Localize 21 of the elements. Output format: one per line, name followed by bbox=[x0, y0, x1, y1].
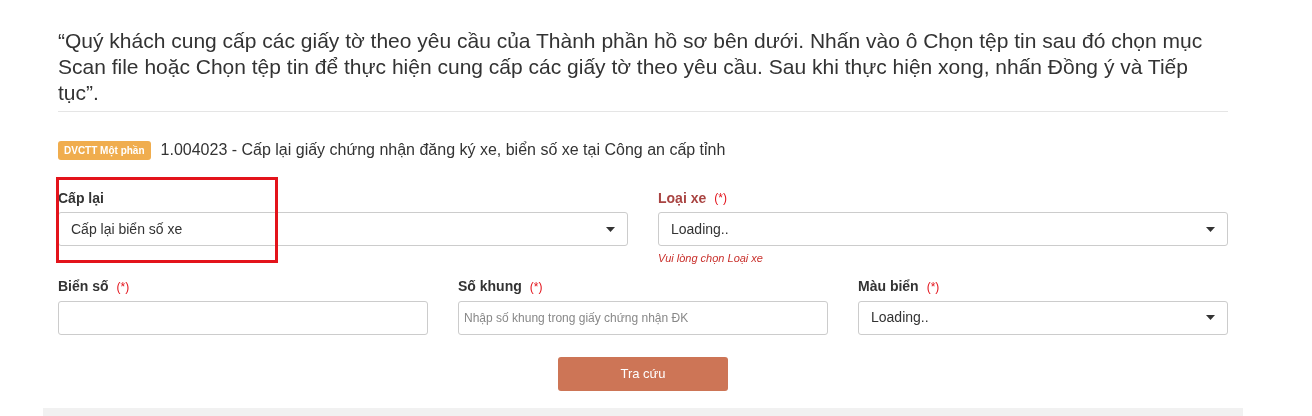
field-label: Biển số bbox=[58, 277, 109, 296]
error-message: Vui lòng chọn Loại xe bbox=[658, 251, 764, 266]
caret-icon bbox=[1206, 226, 1215, 232]
procedure-title: 1.004023 - Cấp lại giấy chứng nhận đăng ký xe, biển số xe tại Công an cấp tỉnh bbox=[160, 140, 726, 160]
field-label: Cấp lại bbox=[58, 188, 104, 208]
required-mark: (*) bbox=[714, 190, 727, 207]
caret-icon bbox=[606, 226, 615, 232]
field-label: Màu biển bbox=[858, 277, 919, 296]
required-mark: (*) bbox=[116, 278, 130, 296]
dropdown-field[interactable]: Loading.. bbox=[658, 212, 1228, 246]
dropdown-field[interactable]: Cấp lại biển số xe bbox=[58, 212, 628, 246]
field-label: Loại xe bbox=[658, 188, 707, 208]
required-mark: (*) bbox=[529, 278, 543, 296]
caret-icon bbox=[1206, 315, 1215, 320]
dropdown-field[interactable]: Loading.. bbox=[858, 300, 1228, 335]
required-mark: (*) bbox=[926, 278, 940, 296]
text-field[interactable] bbox=[58, 300, 428, 335]
instructions-text: “Quý khách cung cấp các giấy tờ theo yêu cầu của Thành phần hồ sơ bên dưới. Nhấn vào ô Chọn tệp tin sau đó chọn mục Scan file hoặc Chọn tệp tin để thực hiện cung cấp các giấy tờ theo yêu cầu. Sau khi thực hiện xong, nhấn Đồng ý và Tiếp tục”. bbox=[58, 28, 1204, 106]
service-level-badge: DVCTT Một phần bbox=[58, 140, 151, 160]
text-field[interactable]: Nhập số khung trong giấy chứng nhận ĐK bbox=[458, 300, 828, 335]
field-label: Số khung bbox=[458, 277, 522, 296]
